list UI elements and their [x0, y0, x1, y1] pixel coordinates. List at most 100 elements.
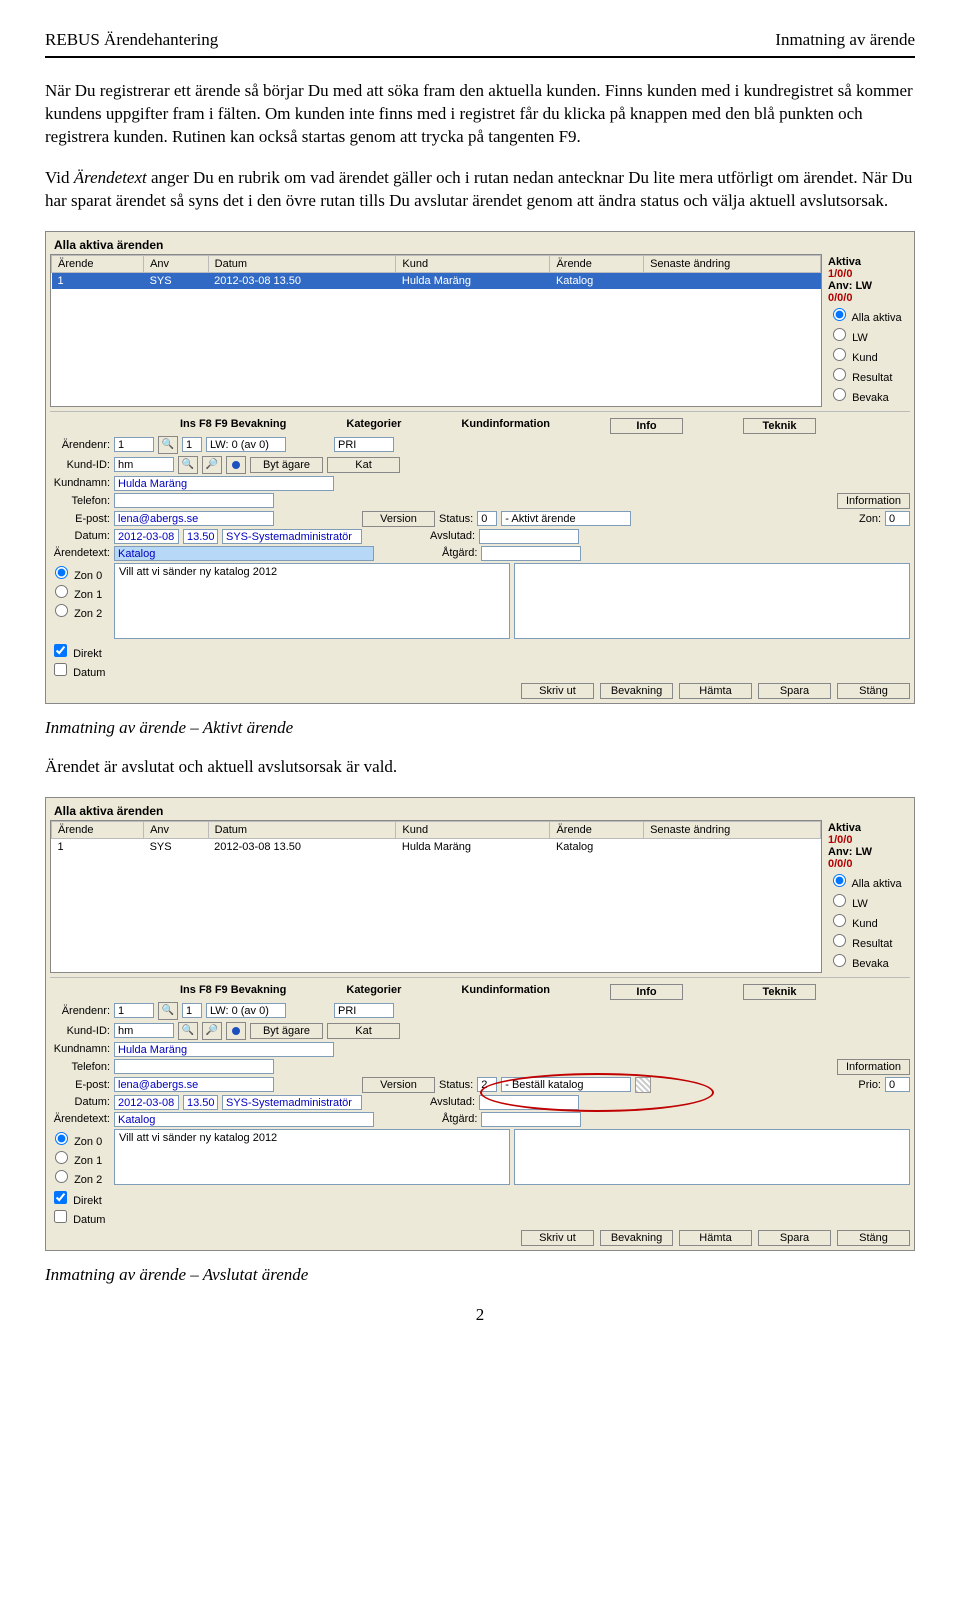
paragraph-1: När Du registrerar ett ärende så börjar … [45, 80, 915, 149]
prio-input[interactable]: 0 [885, 1077, 910, 1092]
label-status: Status: [439, 513, 473, 525]
status-text2: - Beställ katalog [501, 1077, 631, 1092]
table-row[interactable]: 1 SYS 2012-03-08 13.50 Hulda Maräng Kata… [52, 838, 821, 855]
hamta-button[interactable]: Hämta [679, 683, 752, 699]
radio-kund[interactable]: Kund [828, 345, 908, 364]
right-textarea[interactable] [514, 563, 910, 639]
p2-italic: Ärendetext [74, 168, 147, 187]
case-list[interactable]: Ärende Anv Datum Kund Ärende Senaste änd… [50, 254, 822, 407]
document-body: När Du registrerar ett ärende så börjar … [45, 80, 915, 1325]
status-text: - Aktivt ärende [501, 511, 631, 526]
version-button[interactable]: Version [362, 511, 435, 527]
teknik-button[interactable]: Teknik [743, 418, 816, 434]
datum-input[interactable]: 2012-03-08 [114, 529, 179, 544]
caption-1: Inmatning av ärende – Aktivt ärende [45, 718, 915, 738]
label-atgard: Åtgärd: [442, 547, 477, 559]
col-arende2[interactable]: Ärende [550, 255, 644, 272]
kat-button[interactable]: Kat [327, 457, 400, 473]
status-code-input2[interactable]: 2 [477, 1077, 497, 1092]
binoculars-icon[interactable]: 🔍 [158, 436, 178, 454]
page-number: 2 [45, 1305, 915, 1325]
byt-agare-button[interactable]: Byt ägare [250, 457, 323, 473]
side-anv: Anv: LW [828, 280, 908, 292]
radio-alla-aktiva[interactable]: Alla aktiva [828, 305, 908, 324]
label-telefon: Telefon: [50, 495, 110, 507]
pri-input[interactable]: PRI [334, 437, 394, 452]
caption-2: Inmatning av ärende – Avslutat ärende [45, 1265, 915, 1285]
list-title: Alla aktiva ärenden [50, 236, 910, 254]
kundid-input[interactable]: hm [114, 457, 174, 472]
side-panel: Aktiva 1/0/0 Anv: LW 0/0/0 Alla aktiva L… [826, 254, 910, 407]
radio-resultat[interactable]: Resultat [828, 365, 908, 384]
bevakning-button[interactable]: Bevakning [600, 683, 673, 699]
side-count1: 1/0/0 [828, 268, 908, 280]
zon-input[interactable]: 0 [885, 511, 910, 526]
information-button[interactable]: Information [837, 493, 910, 509]
arendenr-input[interactable]: 1 [114, 437, 154, 452]
radio-zon1[interactable]: Zon 1 [50, 582, 110, 601]
radio-zon0[interactable]: Zon 0 [50, 563, 110, 582]
header-left: REBUS Ärendehantering [45, 30, 218, 50]
binoculars-icon[interactable]: 🔍 [178, 1022, 198, 1040]
label-kundid: Kund-ID: [50, 459, 110, 471]
case-list2[interactable]: Ärende Anv Datum Kund Ärende Senaste änd… [50, 820, 822, 973]
search-icon[interactable]: 🔎 [202, 1022, 222, 1040]
info-button[interactable]: Info [610, 418, 683, 434]
col-datum[interactable]: Datum [208, 255, 396, 272]
telefon-input[interactable] [114, 493, 274, 508]
side-panel2: Aktiva 1/0/0 Anv: LW 0/0/0 Alla aktiva L… [826, 820, 910, 973]
screenshot-closed-case: Alla aktiva ärenden Ärende Anv Datum Kun… [45, 797, 915, 1251]
p2-pre: Vid [45, 168, 74, 187]
radio-lw[interactable]: LW [828, 325, 908, 344]
section-ins: Ins F8 F9 Bevakning [180, 418, 286, 434]
note-textarea[interactable]: Vill att vi sänder ny katalog 2012 [114, 563, 510, 639]
user-input: SYS-Systemadministratör [222, 529, 362, 544]
lw-display: LW: 0 (av 0) [206, 437, 286, 452]
binoculars-icon[interactable]: 🔍 [178, 456, 198, 474]
blue-dot-button[interactable] [226, 456, 246, 474]
label-arendetext: Ärendetext: [50, 547, 110, 559]
header-rule [45, 56, 915, 58]
search-icon[interactable]: 🔎 [202, 456, 222, 474]
table-row[interactable]: 1 SYS 2012-03-08 13.50 Hulda Maräng Kata… [52, 272, 821, 289]
paragraph-3: Ärendet är avslutat och aktuell avslutso… [45, 756, 915, 779]
label-arendenr: Ärendenr: [50, 439, 110, 451]
label-datum: Datum: [50, 530, 110, 542]
blue-dot-button[interactable] [226, 1022, 246, 1040]
radio-zon2[interactable]: Zon 2 [50, 601, 110, 620]
paragraph-2: Vid Ärendetext anger Du en rubrik om vad… [45, 167, 915, 213]
list-title2: Alla aktiva ärenden [50, 802, 910, 820]
col-senaste[interactable]: Senaste ändring [644, 255, 821, 272]
col-kund[interactable]: Kund [396, 255, 550, 272]
col-anv[interactable]: Anv [144, 255, 209, 272]
tid-input[interactable]: 13.50 [183, 529, 218, 544]
label-kundnamn: Kundnamn: [50, 477, 110, 489]
side-count2: 0/0/0 [828, 292, 908, 304]
skriv-ut-button[interactable]: Skriv ut [521, 683, 594, 699]
arendetext-input[interactable]: Katalog [114, 546, 374, 561]
check-direkt[interactable]: Direkt [50, 641, 110, 660]
kundnamn-input[interactable]: Hulda Maräng [114, 476, 334, 491]
radio-bevaka[interactable]: Bevaka [828, 385, 908, 404]
header-right: Inmatning av ärende [775, 30, 915, 50]
spara-button[interactable]: Spara [758, 683, 831, 699]
hatch-icon [635, 1077, 651, 1093]
screenshot-active-case: Alla aktiva ärenden Ärende Anv Datum Kun… [45, 231, 915, 704]
status-code-input[interactable]: 0 [477, 511, 497, 526]
label-epost: E-post: [50, 513, 110, 525]
p2-post: anger Du en rubrik om vad ärendet gäller… [45, 168, 912, 210]
section-kategorier: Kategorier [346, 418, 401, 434]
side-aktiva: Aktiva [828, 256, 908, 268]
col-arende[interactable]: Ärende [52, 255, 144, 272]
stang-button[interactable]: Stäng [837, 683, 910, 699]
epost-input[interactable]: lena@abergs.se [114, 511, 274, 526]
num-input[interactable]: 1 [182, 437, 202, 452]
check-datum[interactable]: Datum [50, 660, 110, 679]
label-zon: Zon: [859, 513, 881, 525]
atgard-input[interactable] [481, 546, 581, 561]
binoculars-icon[interactable]: 🔍 [158, 1002, 178, 1020]
blue-dot-icon [232, 461, 240, 469]
avslutad-input[interactable] [479, 529, 579, 544]
page-header: REBUS Ärendehantering Inmatning av ärend… [45, 30, 915, 50]
label-prio: Prio: [858, 1079, 881, 1091]
